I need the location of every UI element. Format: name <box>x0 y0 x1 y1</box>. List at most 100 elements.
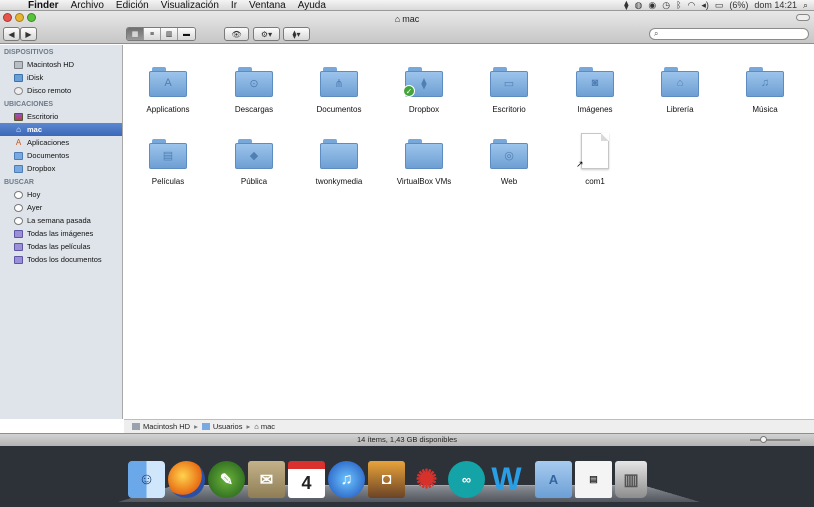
spotlight-icon[interactable]: ⌕ <box>803 0 808 10</box>
icon-size-slider[interactable] <box>750 436 800 443</box>
downloads-folder-icon: ⊙ <box>235 65 273 97</box>
quick-look-button[interactable]: 👁 <box>224 27 249 41</box>
screenshot-stack-dock-icon[interactable]: ▤ <box>575 461 612 498</box>
alias-arrow-icon: ↗ <box>576 159 584 169</box>
column-view-button[interactable]: ▥ <box>161 28 178 40</box>
trash-dock-icon[interactable]: ▥ <box>615 461 647 498</box>
desktop-folder-icon: ▭ <box>490 65 528 97</box>
folder-libreria[interactable]: ⌂ Librería <box>637 65 723 114</box>
folder-dropbox[interactable]: ⧫ ✓ Dropbox <box>381 65 467 114</box>
menu-ventana[interactable]: Ventana <box>243 0 292 11</box>
geogebra-dock-icon[interactable]: ✎ <box>208 461 245 498</box>
icon-view-button[interactable]: ▦ <box>127 28 144 40</box>
colorsync-icon[interactable]: ◍ <box>635 0 643 10</box>
path-bar: Macintosh HD ▸ Usuarios ▸ ⌂ mac <box>124 419 814 433</box>
path-segment-macintosh-hd[interactable]: Macintosh HD <box>132 422 190 431</box>
finder-window: ⌂ mac ◀ ▶ ▦ ≡ ▥ ▬ 👁 ⚙▾ ⧫▾ ⌕ DISPOSITIVOS … <box>0 11 814 446</box>
menu-archivo[interactable]: Archivo <box>65 0 110 11</box>
search-field[interactable]: ⌕ <box>649 28 809 40</box>
volume-icon[interactable]: ◂) <box>701 0 709 10</box>
clock-icon <box>14 203 23 212</box>
menu-ayuda[interactable]: Ayuda <box>292 0 332 11</box>
sidebar-item-label: Todas las películas <box>27 242 91 251</box>
sidebar-item-label: Escritorio <box>27 112 59 121</box>
path-label: Usuarios <box>212 422 243 431</box>
documents-folder-icon: ⋔ <box>320 65 358 97</box>
item-label: Descargas <box>234 105 274 114</box>
dropbox-status-icon[interactable]: ⧫ <box>624 0 628 10</box>
smart-folder-icon <box>14 242 23 251</box>
path-segment-mac[interactable]: ⌂ mac <box>254 422 275 431</box>
status-bar: 14 ítems, 1,43 GB disponibles <box>0 433 814 446</box>
menu-ir[interactable]: Ir <box>225 0 243 11</box>
back-button[interactable]: ◀ <box>3 27 20 41</box>
clock-icon <box>14 190 23 199</box>
window-title-text: mac <box>402 14 420 24</box>
sidebar-item-todos-documentos[interactable]: Todos los documentos <box>0 253 122 266</box>
sidebar-item-disco-remoto[interactable]: Disco remoto <box>0 84 122 97</box>
airplay-icon[interactable]: ◉ <box>648 0 656 10</box>
iphoto-dock-icon[interactable]: ◘ <box>368 461 405 498</box>
sidebar-item-ayer[interactable]: Ayer <box>0 201 122 214</box>
word-dock-icon[interactable]: W <box>488 461 525 498</box>
sidebar-item-mac[interactable]: ⌂ mac <box>0 123 122 136</box>
sidebar-section-search: BUSCAR <box>4 179 34 186</box>
red-app-dock-icon[interactable]: ✺ <box>408 461 445 498</box>
menu-clock[interactable]: dom 14:21 <box>754 0 797 10</box>
sidebar-item-aplicaciones[interactable]: A Aplicaciones <box>0 136 122 149</box>
bluetooth-icon[interactable]: ᛒ <box>676 0 681 10</box>
folder-escritorio[interactable]: ▭ Escritorio <box>466 65 552 114</box>
finder-dock-icon[interactable]: ☺ <box>128 461 165 498</box>
mail-dock-icon[interactable]: ✉ <box>248 461 285 498</box>
folder-applications[interactable]: A Applications <box>125 65 211 114</box>
menu-visualizacion[interactable]: Visualización <box>155 0 225 11</box>
sidebar-item-semana-pasada[interactable]: La semana pasada <box>0 214 122 227</box>
menu-edicion[interactable]: Edición <box>110 0 155 11</box>
folder-virtualbox-vms[interactable]: VirtualBox VMs <box>381 137 467 186</box>
item-label: Librería <box>666 105 694 114</box>
idisk-icon <box>14 73 23 82</box>
folder-documentos[interactable]: ⋔ Documentos <box>296 65 382 114</box>
folder-descargas[interactable]: ⊙ Descargas <box>211 65 297 114</box>
clock-icon <box>14 216 23 225</box>
movies-folder-icon: ▤ <box>149 137 187 169</box>
remote-disc-icon <box>14 86 23 95</box>
sidebar-item-documentos[interactable]: Documentos <box>0 149 122 162</box>
time-machine-icon[interactable]: ◷ <box>662 0 670 10</box>
sidebar-item-todas-imagenes[interactable]: Todas las imágenes <box>0 227 122 240</box>
sidebar-item-macintosh-hd[interactable]: Macintosh HD <box>0 58 122 71</box>
coverflow-view-button[interactable]: ▬ <box>178 28 195 40</box>
folder-imagenes[interactable]: ◙ Imágenes <box>552 65 638 114</box>
folder-twonkymedia[interactable]: twonkymedia <box>296 137 382 186</box>
sidebar-item-hoy[interactable]: Hoy <box>0 188 122 201</box>
toolbar-toggle-button[interactable] <box>796 14 810 21</box>
public-folder-icon: ◆ <box>235 137 273 169</box>
folder-publica[interactable]: ◆ Pública <box>211 137 297 186</box>
menu-finder[interactable]: Finder <box>22 0 65 11</box>
sidebar-item-dropbox[interactable]: Dropbox <box>0 162 122 175</box>
sidebar-item-escritorio[interactable]: Escritorio <box>0 110 122 123</box>
slider-knob[interactable] <box>760 436 767 443</box>
folder-musica[interactable]: ♫ Música <box>722 65 808 114</box>
forward-button[interactable]: ▶ <box>20 27 37 41</box>
smart-folder-icon <box>14 229 23 238</box>
dropbox-menu-button[interactable]: ⧫▾ <box>283 27 310 41</box>
sync-check-icon: ✓ <box>403 85 415 97</box>
path-segment-usuarios[interactable]: Usuarios <box>201 422 243 431</box>
calendar-dock-icon[interactable]: 4 <box>288 461 325 498</box>
folder-peliculas[interactable]: ▤ Películas <box>125 137 211 186</box>
applications-stack-dock-icon[interactable]: A <box>535 461 572 498</box>
sidebar-item-idisk[interactable]: iDisk <box>0 71 122 84</box>
battery-icon[interactable]: ▭ <box>715 0 724 10</box>
firefox-dock-icon[interactable] <box>168 461 205 498</box>
folder-web[interactable]: ◎ Web <box>466 137 552 186</box>
item-label: Documentos <box>316 105 362 114</box>
file-com1[interactable]: ↗ com1 <box>552 133 638 186</box>
wifi-icon[interactable]: ◠ <box>688 0 696 10</box>
sidebar-item-todas-peliculas[interactable]: Todas las películas <box>0 240 122 253</box>
action-menu-button[interactable]: ⚙▾ <box>253 27 280 41</box>
sidebar: DISPOSITIVOS Macintosh HD iDisk Disco re… <box>0 45 123 419</box>
list-view-button[interactable]: ≡ <box>144 28 161 40</box>
itunes-dock-icon[interactable]: ♫ <box>328 461 365 498</box>
arduino-dock-icon[interactable]: ∞ <box>448 461 485 498</box>
